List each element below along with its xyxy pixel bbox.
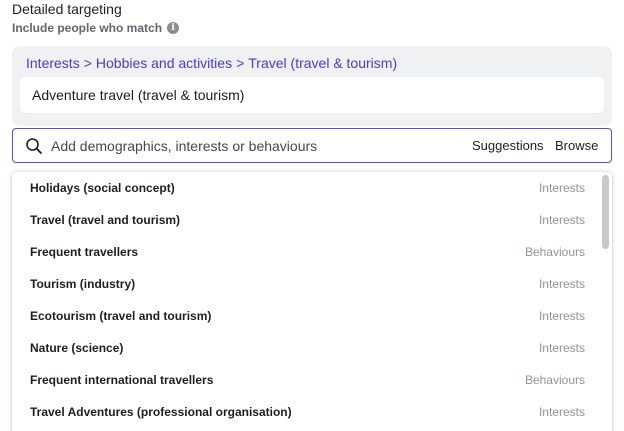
suggestions-dropdown: Holidays (social concept) Interests Trav… [12,172,612,431]
scrollbar-thumb[interactable] [602,175,609,249]
selected-targeting-item[interactable]: Adventure travel (travel & tourism) [20,77,604,113]
breadcrumb-item-interests[interactable]: Interests [26,55,80,71]
include-row: Include people who match i [12,21,180,35]
search-box[interactable]: Suggestions Browse [12,128,612,163]
item-name: Nature (science) [30,341,124,355]
selected-item-label: Adventure travel (travel & tourism) [32,87,245,103]
item-category: Interests [538,213,585,227]
item-category: Interests [538,181,585,195]
breadcrumb-item-travel[interactable]: Travel (travel & tourism) [248,55,397,71]
breadcrumb: Interests > Hobbies and activities > Travel … [26,55,397,71]
item-name: Frequent travellers [30,245,139,259]
breadcrumb-separator: > [83,55,92,71]
list-item[interactable]: Ecotourism (travel and tourism) Interest… [12,300,600,332]
include-label: Include people who match [12,21,163,35]
list-item[interactable]: Tourism (industry) Interests [12,268,600,300]
item-name: Holidays (social concept) [30,181,175,195]
list-item[interactable]: Holidays (social concept) Interests [12,172,600,204]
list-item[interactable]: Travel (travel and tourism) Interests [12,204,600,236]
item-name: Tourism (industry) [30,277,136,291]
scrollbar[interactable] [600,172,612,431]
detailed-targeting-section: Detailed targeting Include people who ma… [0,0,624,431]
browse-button[interactable]: Browse [555,138,598,153]
item-name: Ecotourism (travel and tourism) [30,309,212,323]
item-category: Interests [538,405,585,419]
item-category: Behaviours [524,373,585,387]
item-name: Frequent international travellers [30,373,214,387]
search-icon [26,138,42,154]
list-item[interactable]: Frequent international travellers Behavi… [12,364,600,396]
selected-targeting-panel: Interests > Hobbies and activities > Travel … [12,46,612,126]
item-name: Travel (travel and tourism) [30,213,181,227]
list-item[interactable]: Nature (science) Interests [12,332,600,364]
item-category: Interests [538,277,585,291]
breadcrumb-separator: > [236,55,245,71]
breadcrumb-item-hobbies[interactable]: Hobbies and activities [96,55,232,71]
list-item[interactable]: Frequent travellers Behaviours [12,236,600,268]
item-category: Interests [538,341,585,355]
suggestions-button[interactable]: Suggestions [472,138,544,153]
info-icon[interactable]: i [167,22,180,34]
item-name: Travel Adventures (professional organisa… [30,405,292,419]
item-category: Behaviours [524,245,585,259]
list-item[interactable]: Travel Adventures (professional organisa… [12,396,600,428]
search-input[interactable] [51,129,431,162]
section-title: Detailed targeting [12,1,122,17]
item-category: Interests [538,309,585,323]
